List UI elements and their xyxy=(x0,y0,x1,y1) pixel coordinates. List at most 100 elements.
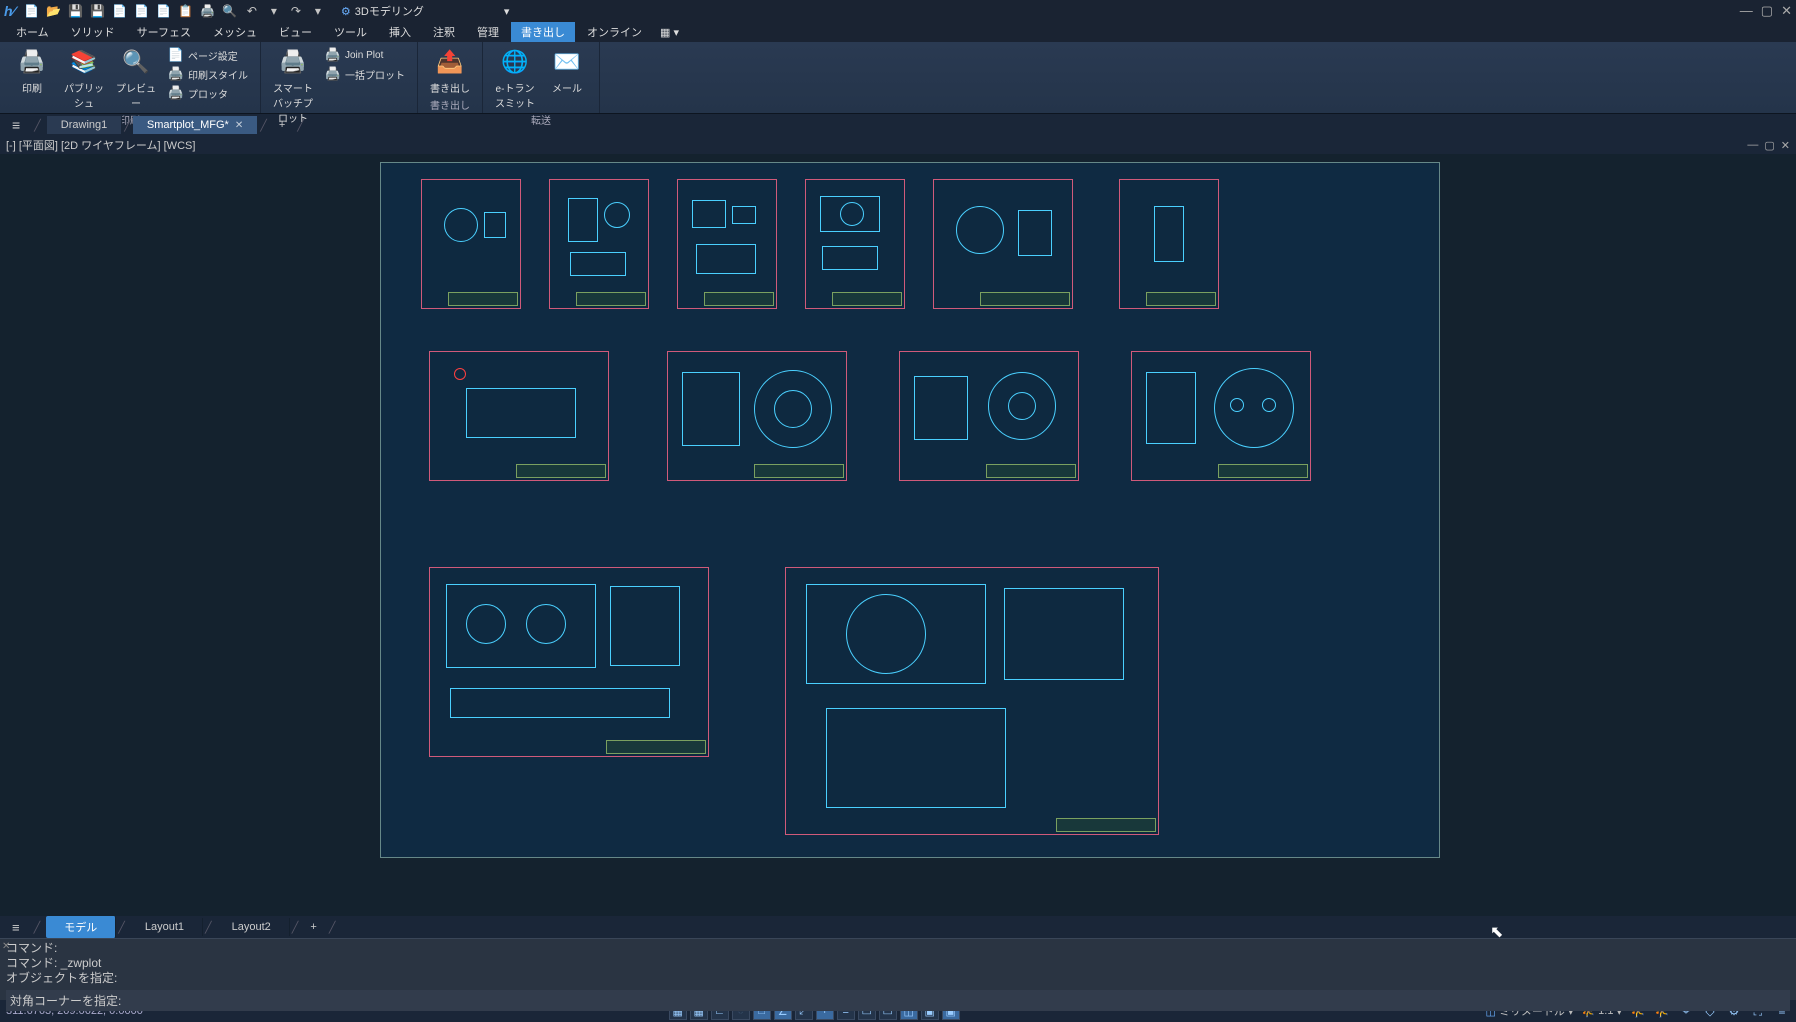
qat-doc2-icon[interactable]: 📄 xyxy=(134,3,150,19)
publish-icon: 📚 xyxy=(68,46,100,78)
page-icon: 📄 xyxy=(168,47,184,63)
join-icon: 🖨️ xyxy=(325,47,341,63)
ribbon: 🖨️ 印刷 📚 パブリッシュ 🔍 プレビュー 📄ページ設定 🖨️印刷スタイル 🖨… xyxy=(0,42,1796,114)
command-window[interactable]: ✕ コマンド: コマンド: _zwplot オブジェクトを指定: 対角コーナーを… xyxy=(0,938,1796,1000)
qat-saveas-icon[interactable]: 💾 xyxy=(90,3,106,19)
menu-insert[interactable]: 挿入 xyxy=(379,22,421,42)
gear-icon: ⚙ xyxy=(341,5,351,18)
doctab-smartplot[interactable]: Smartplot_MFG*✕ xyxy=(133,116,258,134)
drawing-sheet xyxy=(429,567,709,757)
menu-view[interactable]: ビュー xyxy=(269,22,322,42)
drawing-sheet xyxy=(667,351,847,481)
app-logo: h⁄ xyxy=(4,3,15,19)
layout-tab-model[interactable]: モデル xyxy=(46,916,116,938)
qat-doc1-icon[interactable]: 📄 xyxy=(112,3,128,19)
layout-tab-add-button[interactable]: + xyxy=(300,921,326,933)
doctab-drawing1[interactable]: Drawing1 xyxy=(47,116,122,134)
qat-undo-icon[interactable]: ↶ xyxy=(244,3,260,19)
doctab-close-icon[interactable]: ✕ xyxy=(235,120,243,131)
ribbon-panel-transfer: 🌐 e-トランスミット ✉️ メール 転送 xyxy=(483,42,600,113)
vp-close-button[interactable]: ✕ xyxy=(1781,139,1790,152)
qat-doc3-icon[interactable]: 📄 xyxy=(156,3,172,19)
drawing-sheet xyxy=(933,179,1073,309)
batch-icon: 🖨️ xyxy=(325,66,341,82)
drawing-sheet xyxy=(1131,351,1311,481)
drawing-sheet xyxy=(677,179,777,309)
layouttabs-menu-button[interactable]: ≡ xyxy=(4,920,28,935)
workspace-label: 3Dモデリング xyxy=(355,3,424,19)
menu-export[interactable]: 書き出し xyxy=(511,22,575,42)
menu-tool[interactable]: ツール xyxy=(324,22,377,42)
batch-plot-button[interactable]: 🖨️一括プロット xyxy=(321,65,409,83)
command-input[interactable]: 対角コーナーを指定: xyxy=(6,990,1790,1011)
style-icon: 🖨️ xyxy=(168,66,184,82)
ribbon-panel-print: 🖨️ 印刷 📚 パブリッシュ 🔍 プレビュー 📄ページ設定 🖨️印刷スタイル 🖨… xyxy=(0,42,261,113)
menu-home[interactable]: ホーム xyxy=(6,22,59,42)
menu-surface[interactable]: サーフェス xyxy=(127,22,201,42)
cmd-history-line: コマンド: _zwplot xyxy=(6,956,1790,971)
drawing-sheet xyxy=(1119,179,1219,309)
vp-minimize-button[interactable]: — xyxy=(1747,139,1758,152)
qat-print-icon[interactable]: 🖨️ xyxy=(200,3,216,19)
drawing-sheet xyxy=(805,179,905,309)
smart-plot-icon: 🖨️ xyxy=(277,46,309,78)
menu-bar: ホーム ソリッド サーフェス メッシュ ビュー ツール 挿入 注釈 管理 書き出… xyxy=(0,22,1796,42)
ribbon-panel-export: 📤 書き出し 書き出し xyxy=(418,42,483,113)
export-button[interactable]: 📤 書き出し xyxy=(426,46,474,95)
menu-mesh[interactable]: メッシュ xyxy=(203,22,267,42)
panel-title-export: 書き出し xyxy=(422,97,478,114)
printer-icon: 🖨️ xyxy=(16,46,48,78)
plotter-icon: 🖨️ xyxy=(168,85,184,101)
print-button[interactable]: 🖨️ 印刷 xyxy=(8,46,56,95)
preview-icon: 🔍 xyxy=(120,46,152,78)
close-button[interactable]: ✕ xyxy=(1781,3,1792,19)
doctabs-menu-button[interactable]: ≡ xyxy=(4,117,28,133)
layout-tab-2[interactable]: Layout2 xyxy=(214,918,290,936)
qat-preview-icon[interactable]: 🔍 xyxy=(222,3,238,19)
mail-button[interactable]: ✉️ メール xyxy=(543,46,591,95)
qat-copy-icon[interactable]: 📋 xyxy=(178,3,194,19)
title-bar: h⁄ 📄 📂 💾 💾 📄 📄 📄 📋 🖨️ 🔍 ↶ ▾ ↷ ▾ ⚙ 3Dモデリン… xyxy=(0,0,1796,22)
menu-solid[interactable]: ソリッド xyxy=(61,22,125,42)
drawing-sheet xyxy=(429,351,609,481)
ribbon-panel-batch: 🖨️ スマート バッチプロット 🖨️Join Plot 🖨️一括プロット xyxy=(261,42,418,113)
page-setup-button[interactable]: 📄ページ設定 xyxy=(164,46,252,64)
menu-apps-icon[interactable]: ▦ ▾ xyxy=(660,26,679,39)
vp-maximize-button[interactable]: ▢ xyxy=(1764,139,1774,152)
globe-icon: 🌐 xyxy=(499,46,531,78)
print-style-button[interactable]: 🖨️印刷スタイル xyxy=(164,65,252,83)
viewport-label[interactable]: [-] [平面図] [2D ワイヤフレーム] [WCS] xyxy=(6,137,195,153)
layout-tab-1[interactable]: Layout1 xyxy=(127,918,203,936)
menu-annotate[interactable]: 注釈 xyxy=(423,22,465,42)
menu-manage[interactable]: 管理 xyxy=(467,22,509,42)
viewport-label-bar: [-] [平面図] [2D ワイヤフレーム] [WCS] — ▢ ✕ xyxy=(0,136,1796,154)
maximize-button[interactable]: ▢ xyxy=(1761,3,1773,19)
join-plot-button[interactable]: 🖨️Join Plot xyxy=(321,46,409,64)
menu-online[interactable]: オンライン xyxy=(577,22,652,42)
layout-tabs: ≡ ╱ モデル ╱ Layout1 ╱ Layout2 ╱ + ╱ xyxy=(0,916,1796,938)
minimize-button[interactable]: — xyxy=(1740,3,1753,19)
plotter-button[interactable]: 🖨️プロッタ xyxy=(164,84,252,102)
cmd-close-icon[interactable]: ✕ xyxy=(2,941,10,952)
drawing-paper xyxy=(380,162,1440,858)
qat-undo-drop-icon[interactable]: ▾ xyxy=(266,3,282,19)
smart-batch-plot-button[interactable]: 🖨️ スマート バッチプロット xyxy=(269,46,317,125)
drawing-sheet xyxy=(549,179,649,309)
qat-new-icon[interactable]: 📄 xyxy=(24,3,40,19)
qat-redo-icon[interactable]: ↷ xyxy=(288,3,304,19)
doctab-add-button[interactable]: + xyxy=(269,119,295,131)
publish-button[interactable]: 📚 パブリッシュ xyxy=(60,46,108,110)
drawing-sheet xyxy=(899,351,1079,481)
drawing-area[interactable] xyxy=(0,154,1796,916)
workspace-selector[interactable]: ⚙ 3Dモデリング ▾ xyxy=(341,3,509,19)
panel-title-transfer: 転送 xyxy=(487,112,595,129)
qat-open-icon[interactable]: 📂 xyxy=(46,3,62,19)
etransmit-button[interactable]: 🌐 e-トランスミット xyxy=(491,46,539,110)
chevron-down-icon: ▾ xyxy=(504,5,510,18)
mail-icon: ✉️ xyxy=(551,46,583,78)
preview-button[interactable]: 🔍 プレビュー xyxy=(112,46,160,110)
qat-save-icon[interactable]: 💾 xyxy=(68,3,84,19)
qat-redo-drop-icon[interactable]: ▾ xyxy=(310,3,326,19)
cmd-history-line: コマンド: xyxy=(6,941,1790,956)
drawing-sheet xyxy=(785,567,1159,835)
